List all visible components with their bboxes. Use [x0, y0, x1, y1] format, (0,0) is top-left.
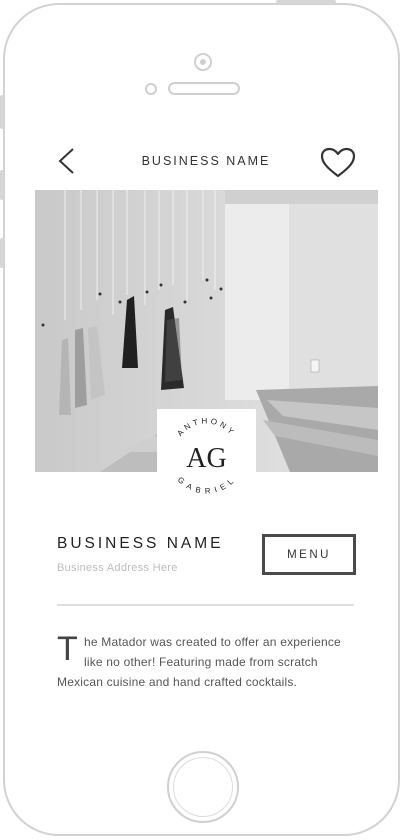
business-description: T he Matador was created to offer an exp…: [57, 632, 357, 692]
business-address: Business Address Here: [57, 562, 178, 574]
power-button: [276, 0, 336, 4]
mute-switch: [0, 95, 4, 129]
proximity-sensor: [145, 83, 157, 95]
svg-text:ANTHONY: ANTHONY: [175, 416, 237, 438]
volume-up-button: [0, 170, 4, 200]
logo-monogram: AG: [186, 443, 226, 474]
business-name: BUSINESS NAME: [57, 535, 224, 552]
home-button[interactable]: [167, 751, 239, 823]
menu-button[interactable]: MENU: [262, 534, 356, 575]
brand-logo: ANTHONY GABRIEL AG: [157, 409, 256, 500]
volume-down-button: [0, 238, 4, 268]
heart-icon[interactable]: [320, 147, 356, 179]
front-camera: [194, 53, 212, 71]
page-title: BUSINESS NAME: [141, 154, 271, 168]
drop-cap: T: [57, 630, 78, 668]
logo-top-text: ANTHONY: [175, 416, 234, 438]
logo-bottom-text: GABRIEL: [176, 475, 234, 496]
svg-text:GABRIEL: GABRIEL: [176, 475, 237, 496]
chevron-left-icon[interactable]: [55, 146, 79, 176]
earpiece-speaker: [168, 82, 240, 95]
divider: [57, 604, 354, 606]
description-text: he Matador was created to offer an exper…: [57, 635, 341, 689]
